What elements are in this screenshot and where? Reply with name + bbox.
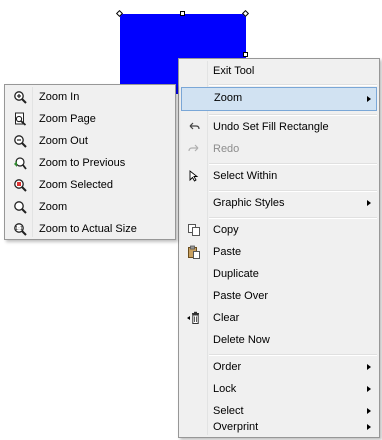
menu-item-label: Delete Now: [213, 334, 270, 346]
menu-item-label: Duplicate: [213, 268, 259, 280]
selection-handle-top-center[interactable]: [180, 11, 185, 16]
redo-icon: [188, 144, 199, 152]
menu-item-undo[interactable]: Undo Set Fill Rectangle: [181, 116, 377, 138]
submenu-arrow-icon: [367, 200, 371, 206]
submenu-item-zoom-page[interactable]: Zoom Page: [7, 108, 173, 130]
menu-item-delete-now[interactable]: Delete Now: [181, 329, 377, 351]
paste-icon: [188, 245, 200, 259]
menu-item-duplicate[interactable]: Duplicate: [181, 263, 377, 285]
submenu-item-zoom-selected[interactable]: Zoom Selected: [7, 174, 173, 196]
submenu-item-zoom-to-previous[interactable]: Zoom to Previous: [7, 152, 173, 174]
zoom-page-icon: [15, 112, 27, 126]
submenu-item-zoom-to-actual-size[interactable]: 1:1 Zoom to Actual Size: [7, 218, 173, 240]
submenu-item-zoom[interactable]: Zoom: [7, 196, 173, 218]
menu-item-exit-tool[interactable]: Exit Tool: [181, 60, 377, 82]
submenu-item-label: Zoom to Actual Size: [39, 223, 137, 235]
menu-item-redo[interactable]: Redo: [181, 138, 377, 160]
menu-item-order[interactable]: Order: [181, 356, 377, 378]
menu-item-label: Paste Over: [213, 290, 269, 302]
select-within-icon: [189, 170, 199, 182]
menu-item-label: Lock: [213, 383, 237, 395]
selection-handle-right-center[interactable]: [243, 52, 248, 57]
submenu-item-label: Zoom Out: [39, 135, 88, 147]
menu-item-label: Zoom: [214, 92, 243, 104]
menu-item-label: Exit Tool: [213, 65, 255, 77]
menu-item-clear[interactable]: Clear: [181, 307, 377, 329]
menu-item-paste[interactable]: Paste: [181, 241, 377, 263]
submenu-item-zoom-in[interactable]: Zoom In: [7, 86, 173, 108]
trash-icon: [187, 311, 199, 324]
menu-item-select-within[interactable]: Select Within: [181, 165, 377, 187]
menu-item-label: Undo Set Fill Rectangle: [213, 121, 329, 133]
copy-icon: [188, 224, 200, 236]
menu-item-label: Paste: [213, 246, 242, 258]
zoom-out-icon: [14, 135, 27, 148]
svg-text:1:1: 1:1: [15, 226, 23, 232]
submenu-item-label: Zoom In: [39, 91, 80, 103]
submenu-item-label: Zoom Selected: [39, 179, 113, 191]
zoom-actual-size-icon: 1:1: [14, 223, 27, 236]
submenu-arrow-icon: [367, 364, 371, 370]
menu-item-label: Redo: [213, 143, 240, 155]
menu-item-graphic-styles[interactable]: Graphic Styles: [181, 192, 377, 214]
menu-item-overprint[interactable]: Overprint: [181, 416, 377, 438]
menu-item-lock[interactable]: Lock: [181, 378, 377, 400]
menu-item-label: Overprint: [213, 421, 259, 433]
submenu-arrow-icon: [367, 408, 371, 414]
menu-item-label: Order: [213, 361, 242, 373]
submenu-item-zoom-out[interactable]: Zoom Out: [7, 130, 173, 152]
undo-icon: [189, 122, 200, 130]
menu-item-label: Copy: [213, 224, 239, 236]
menu-item-copy[interactable]: Copy: [181, 219, 377, 241]
zoom-submenu: Zoom In Zoom Page Zoom Out Zoom to Previ…: [4, 84, 176, 240]
menu-item-zoom[interactable]: Zoom: [181, 87, 377, 111]
menu-item-label: Select Within: [213, 170, 278, 182]
menu-item-paste-over[interactable]: Paste Over: [181, 285, 377, 307]
zoom-previous-icon: [14, 157, 27, 170]
submenu-arrow-icon: [367, 96, 371, 102]
menu-separator: [209, 84, 377, 86]
submenu-item-label: Zoom to Previous: [39, 157, 126, 169]
menu-item-label: Graphic Styles: [213, 197, 285, 209]
submenu-arrow-icon: [367, 386, 371, 392]
submenu-item-label: Zoom Page: [39, 113, 96, 125]
zoom-icon: [14, 201, 27, 214]
submenu-item-label: Zoom: [39, 201, 68, 213]
context-menu: Exit Tool Zoom Undo Set Fill Rectangle R…: [178, 58, 380, 438]
menu-item-label: Clear: [213, 312, 240, 324]
submenu-arrow-icon: [367, 424, 371, 430]
zoom-selected-icon: [14, 179, 27, 192]
zoom-in-icon: [14, 91, 27, 104]
